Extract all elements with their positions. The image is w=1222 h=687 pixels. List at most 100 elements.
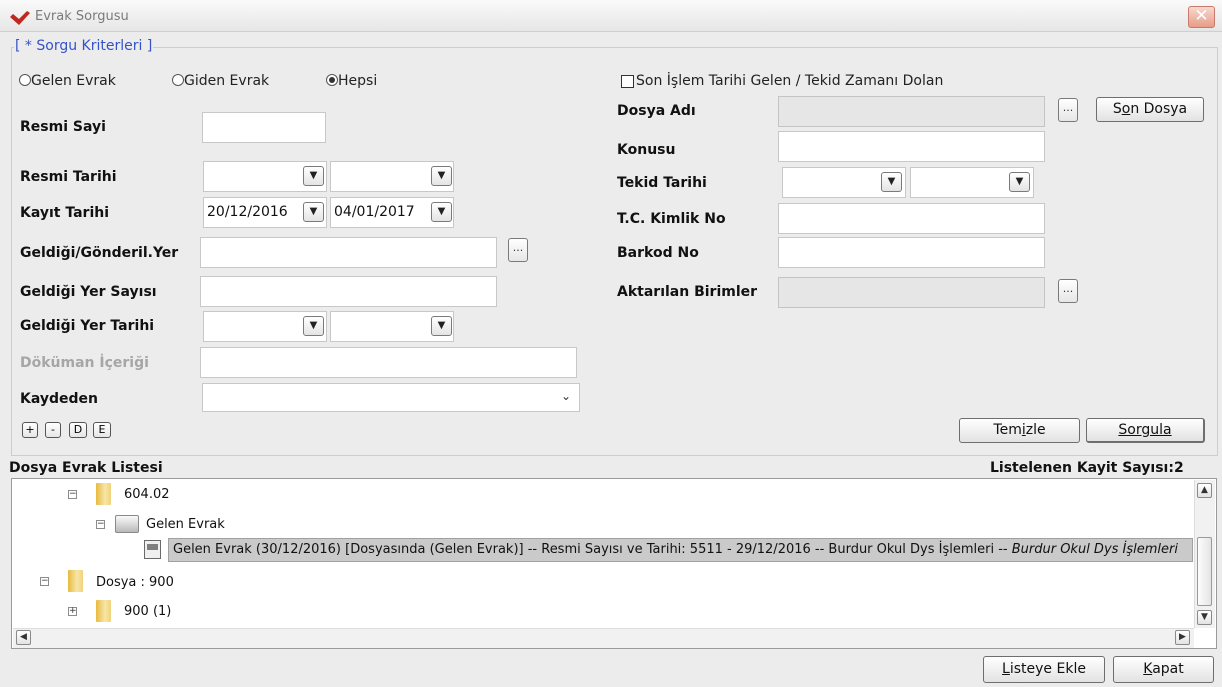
geldigi-yer-tarihi-from-dropdown[interactable]: ▼ (303, 316, 324, 336)
chevron-down-icon: ▼ (309, 206, 318, 217)
radio-circle (172, 74, 184, 86)
son-dosya-label-1: S (1112, 101, 1122, 117)
document-tree (11, 478, 1217, 649)
chevron-down-icon: ▼ (1015, 176, 1024, 187)
resmi-sayi-input[interactable] (202, 112, 326, 143)
tc-kimlik-label: T.C. Kimlik No (617, 211, 726, 227)
temizle-button[interactable]: Temizle (959, 418, 1080, 443)
dokuman-icerigi-input[interactable] (200, 347, 577, 378)
kaydeden-label: Kaydeden (20, 391, 98, 407)
chevron-down-icon: ⌄ (560, 389, 571, 403)
kapat-label-1: K (1143, 661, 1153, 677)
aktarilan-birimler-label: Aktarılan Birimler (617, 284, 758, 300)
konusu-input[interactable] (778, 131, 1045, 162)
geldigi-gonderil-yer-label: Geldiği/Gönderil.Yer (20, 245, 179, 261)
scroll-down-icon[interactable]: ▼ (1197, 610, 1212, 625)
barkod-input[interactable] (778, 237, 1045, 268)
tekid-tarihi-from-dropdown[interactable]: ▼ (881, 172, 902, 192)
tekid-tarihi-label: Tekid Tarihi (617, 175, 707, 191)
d-button[interactable]: D (69, 422, 87, 438)
barkod-label: Barkod No (617, 245, 699, 261)
resmi-tarihi-to-dropdown[interactable]: ▼ (431, 166, 452, 186)
radio-circle (19, 74, 31, 86)
kapat-button[interactable]: Kapat (1113, 656, 1214, 683)
window-title: Evrak Sorgusu (35, 9, 129, 24)
close-icon: ✕ (1194, 6, 1209, 26)
chevron-down-icon: ▼ (887, 176, 896, 187)
title-bar (0, 0, 1222, 32)
kaydeden-select[interactable]: ⌄ (202, 383, 580, 412)
kayit-tarihi-to-dropdown[interactable]: ▼ (431, 202, 452, 222)
radio-giden-evrak[interactable]: Giden Evrak (172, 73, 269, 89)
sorgula-label-1: Sorgul (1118, 422, 1164, 438)
listeye-ekle-label-1: L (1002, 661, 1010, 677)
chevron-down-icon: ▼ (437, 206, 446, 217)
list-title: Dosya Evrak Listesi (9, 460, 163, 476)
vertical-scroll-thumb[interactable] (1197, 537, 1212, 606)
geldigi-yer-browse-button[interactable]: ... (508, 238, 528, 262)
evrak-record-italic: Burdur Okul Dys İşlemleri (1011, 542, 1178, 557)
collapse-icon[interactable]: − (68, 490, 77, 499)
son-dosya-button[interactable]: Son Dosya (1096, 97, 1204, 122)
resmi-sayi-label: Resmi Sayi (20, 119, 106, 135)
geldigi-gonderil-yer-input[interactable] (200, 237, 497, 268)
son-dosya-label-3: n Dosya (1130, 101, 1188, 117)
chevron-down-icon: ▼ (437, 320, 446, 331)
scroll-right-icon[interactable]: ▶ (1175, 630, 1190, 645)
temizle-label-3: zle (1025, 422, 1046, 438)
horizontal-scrollbar[interactable] (13, 628, 1194, 648)
tc-kimlik-input[interactable] (778, 203, 1045, 234)
tree-node-dosya-900[interactable]: Dosya : 900 (96, 575, 174, 590)
collapse-icon[interactable]: − (96, 520, 105, 529)
chevron-down-icon: ▼ (309, 320, 318, 331)
inbox-icon (115, 515, 139, 533)
resmi-tarihi-from-dropdown[interactable]: ▼ (303, 166, 324, 186)
radio-hepsi[interactable]: Hepsi (326, 73, 377, 89)
konusu-label: Konusu (617, 142, 676, 158)
folder-icon (68, 570, 83, 592)
aktarilan-browse-button[interactable]: ... (1058, 279, 1078, 303)
geldigi-yer-sayisi-input[interactable] (200, 276, 497, 307)
scroll-up-icon[interactable]: ▲ (1197, 483, 1212, 498)
radio-label: Hepsi (338, 73, 378, 89)
app-logo-icon (10, 11, 30, 25)
chevron-down-icon: ▼ (437, 170, 446, 181)
tree-node-evrak-record[interactable]: Gelen Evrak (30/12/2016) [Dosyasında (Ge… (168, 538, 1193, 562)
kayit-tarihi-label: Kayıt Tarihi (20, 205, 110, 221)
geldigi-yer-tarihi-label: Geldiği Yer Tarihi (20, 318, 155, 334)
radio-label: Gelen Evrak (31, 73, 116, 89)
folder-icon (96, 483, 111, 505)
listeye-ekle-label-2: isteye Ekle (1009, 661, 1086, 677)
tree-node-900-1[interactable]: 900 (1) (124, 604, 171, 619)
expand-icon[interactable]: + (68, 607, 77, 616)
dokuman-icerigi-label: Döküman İçeriği (20, 355, 149, 371)
sorgula-button[interactable]: Sorgula (1086, 418, 1205, 443)
scroll-left-icon[interactable]: ◀ (16, 630, 31, 645)
radio-circle-selected (326, 74, 338, 86)
e-button[interactable]: E (93, 422, 111, 438)
collapse-icon[interactable]: − (40, 577, 49, 586)
resmi-tarihi-label: Resmi Tarihi (20, 169, 117, 185)
remove-button[interactable]: - (45, 422, 61, 438)
temizle-label-1: Tem (993, 422, 1022, 438)
kapat-label-2: apat (1152, 661, 1184, 677)
tree-node-604-02[interactable]: 604.02 (124, 487, 170, 502)
dosya-adi-browse-button[interactable]: ... (1058, 98, 1078, 122)
kayit-tarihi-from-dropdown[interactable]: ▼ (303, 202, 324, 222)
tekid-tarihi-to-dropdown[interactable]: ▼ (1009, 172, 1030, 192)
listeye-ekle-button[interactable]: Listeye Ekle (983, 656, 1105, 683)
aktarilan-birimler-input[interactable] (778, 277, 1045, 308)
checkbox-box (621, 75, 634, 88)
dosya-adi-input[interactable] (778, 96, 1045, 127)
tree-node-gelen-evrak[interactable]: Gelen Evrak (146, 517, 225, 532)
record-count: Listelenen Kayit Sayısı:2 (990, 460, 1184, 476)
dosya-adi-label: Dosya Adı (617, 103, 696, 119)
add-button[interactable]: + (22, 422, 38, 438)
son-islem-checkbox-label: Son İşlem Tarihi Gelen / Tekid Zamanı Do… (636, 73, 944, 89)
evrak-record-text: Gelen Evrak (30/12/2016) [Dosyasında (Ge… (173, 542, 1012, 557)
close-button[interactable]: ✕ (1188, 6, 1215, 28)
geldigi-yer-tarihi-to-dropdown[interactable]: ▼ (431, 316, 452, 336)
folder-icon (96, 600, 111, 622)
group-legend: [ * Sorgu Kriterleri ] (14, 38, 154, 54)
radio-gelen-evrak[interactable]: Gelen Evrak (19, 73, 116, 89)
